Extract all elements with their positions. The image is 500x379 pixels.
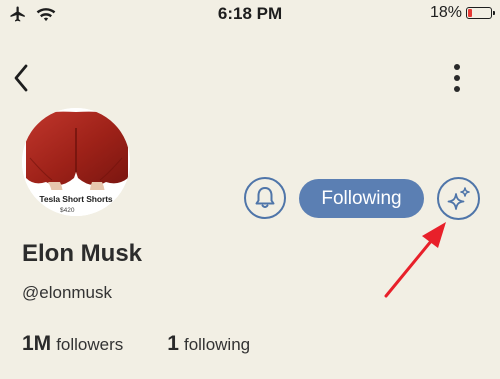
sparkle-icon (447, 186, 470, 210)
sparkle-button[interactable] (437, 177, 480, 220)
status-bar: 6:18 PM 18% (0, 0, 500, 30)
profile-stats: 1M followers 1 following (22, 332, 250, 356)
status-right: 18% (429, 4, 495, 22)
battery-fill (468, 9, 472, 17)
battery-percent: 18% (429, 4, 462, 21)
more-options-button[interactable] (442, 58, 472, 98)
followers-label[interactable]: followers (56, 335, 123, 355)
avatar-caption: Tesla Short Shorts (39, 194, 113, 204)
following-button[interactable]: Following (299, 179, 424, 218)
battery-icon (466, 7, 495, 19)
avatar[interactable]: Tesla Short Shorts $420 (22, 108, 130, 216)
followers-count[interactable]: 1M (22, 332, 51, 356)
avatar-price: $420 (60, 207, 75, 214)
following-label[interactable]: following (184, 335, 250, 355)
profile-handle: @elonmusk (22, 283, 113, 302)
back-button[interactable] (6, 60, 36, 96)
following-count[interactable]: 1 (167, 332, 179, 356)
status-time: 6:18 PM (217, 4, 283, 23)
bell-icon (255, 187, 275, 208)
chevron-left-icon (14, 64, 28, 92)
profile-name: Elon Musk (22, 240, 143, 267)
vertical-ellipsis-icon (454, 64, 460, 92)
notifications-bell-button[interactable] (244, 177, 286, 219)
